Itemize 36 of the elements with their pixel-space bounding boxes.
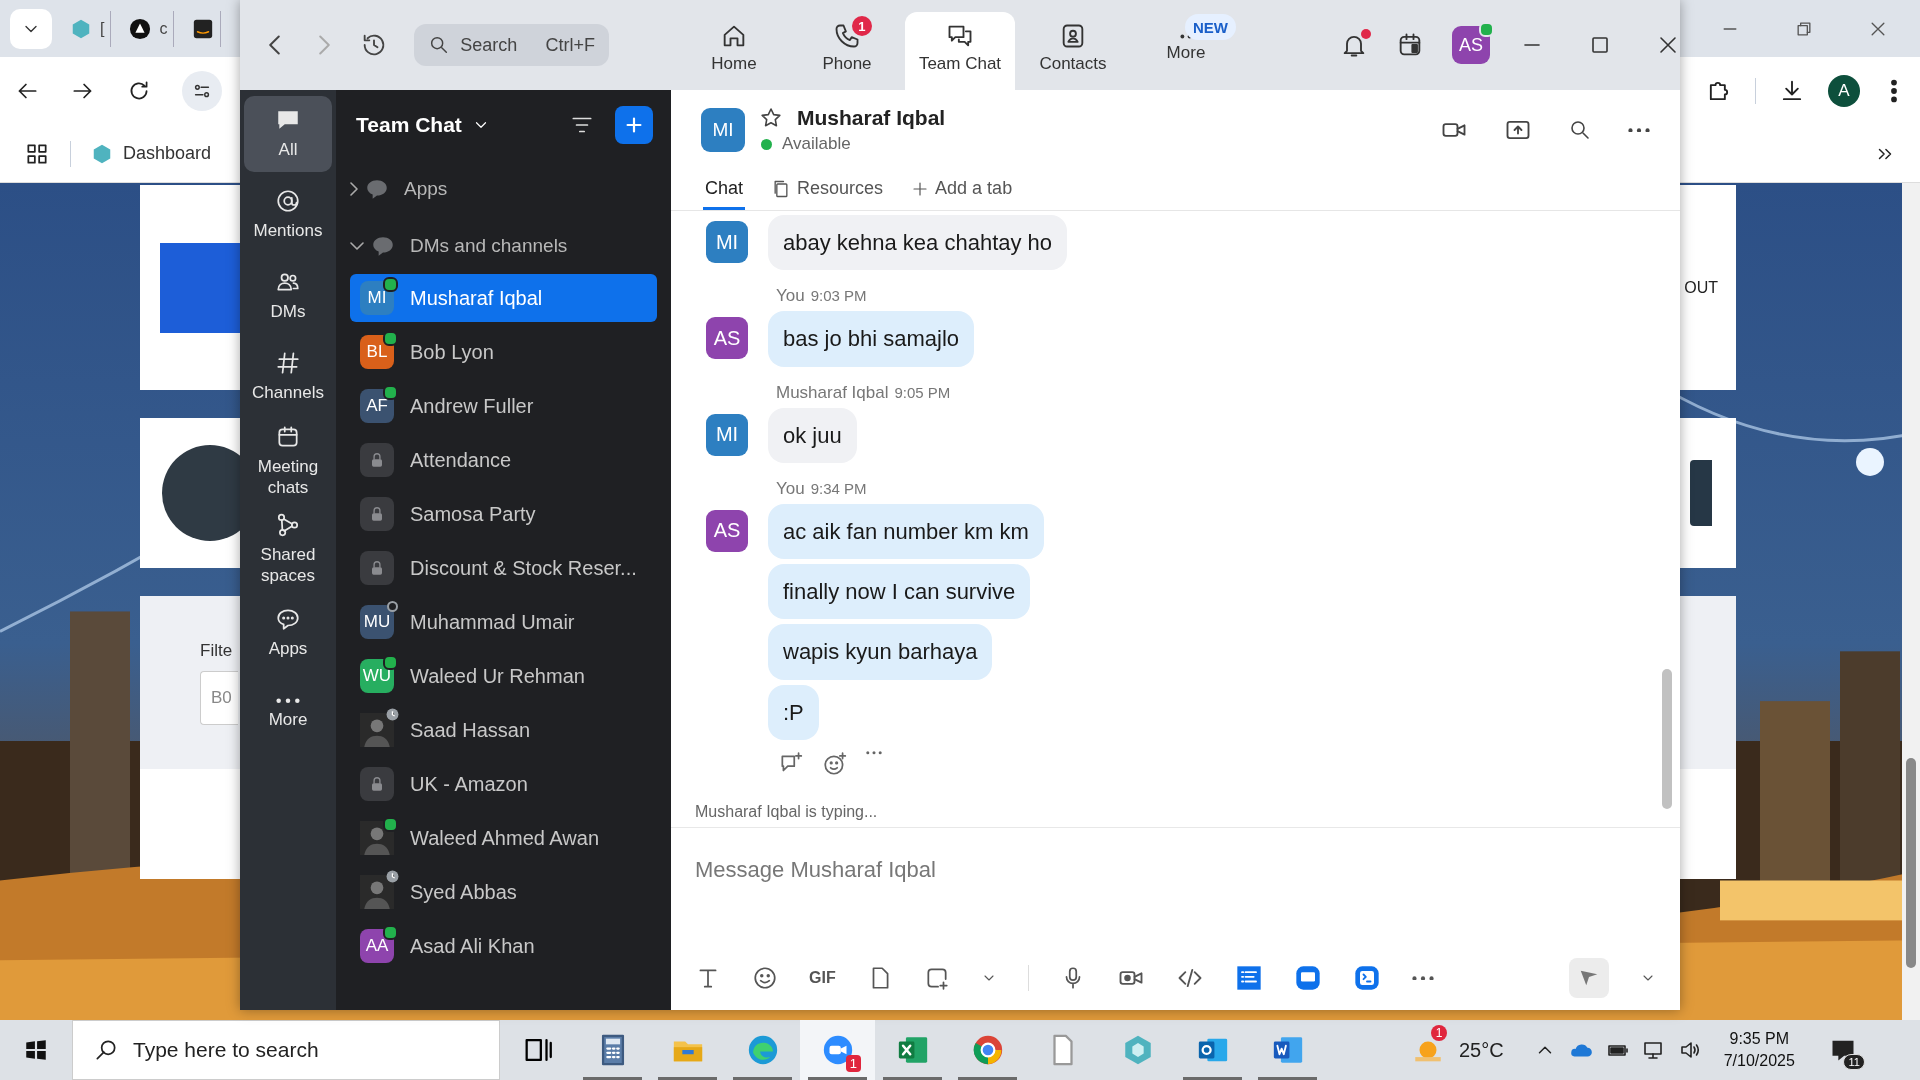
search-icon[interactable] <box>1568 118 1592 142</box>
taskbar-search-field[interactable]: Type here to search <box>72 1020 500 1080</box>
badge: 1 <box>852 16 872 36</box>
temperature[interactable]: 25°C <box>1459 1038 1504 1062</box>
chevron-left-icon <box>268 35 280 55</box>
contact-name: Musharaf Iqbal <box>797 106 946 130</box>
more-icon[interactable] <box>1628 127 1650 133</box>
badge: 1 <box>845 1055 861 1072</box>
browser-tab[interactable]: c <box>121 10 175 47</box>
badge: 1 <box>1431 1025 1447 1041</box>
new-chat-button[interactable] <box>615 106 653 144</box>
profile-avatar[interactable]: A <box>1828 75 1860 107</box>
hexagon-icon <box>91 142 113 165</box>
triangle-logo-icon <box>129 17 152 40</box>
windows-icon <box>23 1037 49 1063</box>
badge: 11 <box>1843 1054 1865 1070</box>
nav-tab[interactable]: Home <box>679 12 789 90</box>
phone-icon <box>833 22 861 50</box>
hexagon-icon <box>70 17 92 40</box>
nav-tab[interactable]: Contacts <box>1018 12 1128 90</box>
badge: NEW <box>1185 14 1236 40</box>
nav-tab[interactable]: NEW More <box>1131 12 1241 90</box>
panel-title[interactable]: Team Chat <box>356 113 462 137</box>
rail-item[interactable]: All <box>244 96 332 172</box>
chevron-right-icon <box>318 35 330 55</box>
clock[interactable]: 9:35 PM 7/10/2025 <box>1723 1030 1795 1070</box>
presence-status: Available <box>782 134 851 154</box>
nav-tab[interactable]: 1 Phone <box>792 12 902 90</box>
site-info-button[interactable] <box>182 71 222 111</box>
taskbar-app[interactable]: 1 <box>800 1020 875 1080</box>
bookmark-link[interactable]: Dashboard <box>91 142 212 165</box>
browser-tab[interactable]: [ <box>62 10 112 47</box>
nav-tab[interactable]: Team Chat <box>905 12 1015 90</box>
search-field[interactable]: Search Ctrl+F <box>414 24 609 66</box>
dark-logo-icon <box>192 17 215 40</box>
contact-avatar: MI <box>701 108 745 152</box>
